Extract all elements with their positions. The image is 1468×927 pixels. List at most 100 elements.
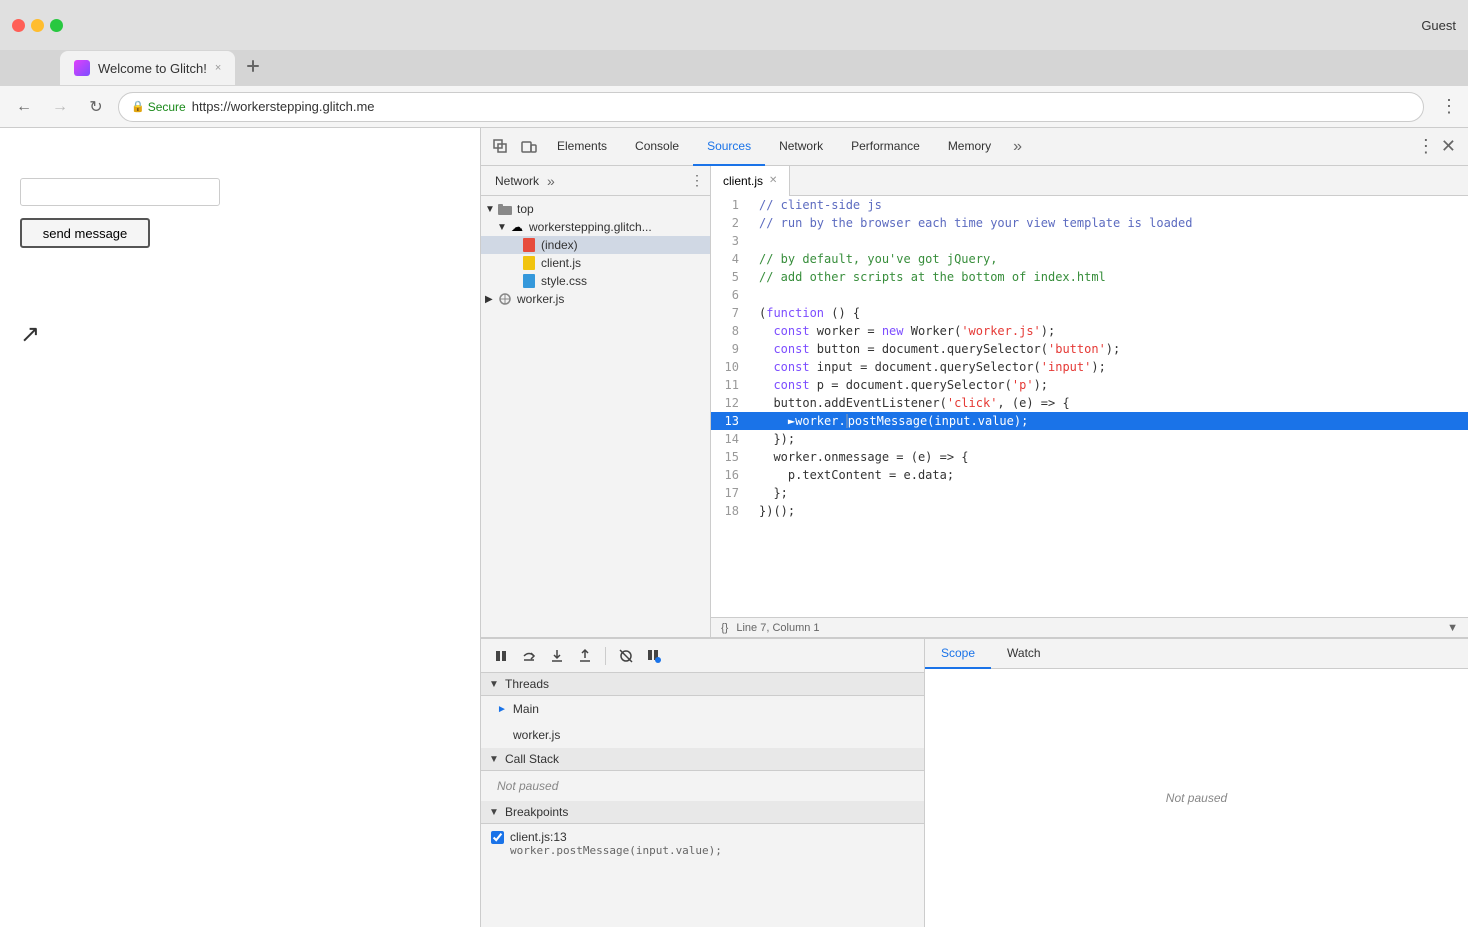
forward-button[interactable]: →: [46, 93, 74, 121]
tab-close-button[interactable]: ×: [215, 62, 221, 74]
threads-arrow: ▼: [489, 679, 501, 690]
lock-icon: 🔒: [131, 100, 145, 113]
callstack-section-header[interactable]: ▼ Call Stack: [481, 748, 924, 771]
code-line-12: 12 button.addEventListener('click', (e) …: [711, 394, 1468, 412]
breakpoints-arrow: ▼: [489, 807, 501, 818]
code-line-13: 13 ►worker.​postMessage(input.value);: [711, 412, 1468, 430]
scope-tab-scope[interactable]: Scope: [925, 639, 991, 669]
tab-title: Welcome to Glitch!: [98, 61, 207, 76]
devtools-menu-button[interactable]: ⋮: [1417, 136, 1435, 157]
scope-tab-watch[interactable]: Watch: [991, 639, 1057, 669]
scope-tabs: Scope Watch: [925, 639, 1468, 669]
tree-item-worker-js[interactable]: ▶ worker.js: [481, 290, 710, 308]
code-line-3: 3: [711, 232, 1468, 250]
code-editor[interactable]: 1 // client-side js 2 // run by the brow…: [711, 196, 1468, 617]
callstack-arrow: ▼: [489, 754, 501, 765]
callstack-label: Call Stack: [505, 752, 559, 766]
thread-label-main: Main: [513, 702, 539, 716]
code-tabs: client.js ✕: [711, 166, 1468, 196]
file-panel-menu-button[interactable]: ⋮: [690, 172, 704, 189]
maximize-traffic-light[interactable]: [50, 19, 63, 32]
code-tab-close-button[interactable]: ✕: [769, 175, 777, 186]
tab-bar: Welcome to Glitch! ×: [0, 50, 1468, 86]
tab-sources[interactable]: Sources: [693, 128, 765, 166]
deactivate-breakpoints-button[interactable]: [614, 644, 638, 668]
step-out-button[interactable]: [573, 644, 597, 668]
tab-performance[interactable]: Performance: [837, 128, 934, 166]
html-file-icon: [521, 238, 537, 252]
tree-label-domain: workerstepping.glitch...: [529, 220, 652, 234]
secure-label: Secure: [148, 100, 186, 114]
status-position: Line 7, Column 1: [736, 622, 819, 634]
minimize-traffic-light[interactable]: [31, 19, 44, 32]
file-panel-network-tab[interactable]: Network: [487, 166, 547, 196]
step-over-button[interactable]: [517, 644, 541, 668]
inspect-element-button[interactable]: [487, 133, 515, 161]
code-tab-client-js[interactable]: client.js ✕: [711, 166, 790, 196]
code-tab-label: client.js: [723, 174, 763, 188]
tree-label-top: top: [517, 202, 534, 216]
threads-section-header[interactable]: ▼ Threads: [481, 673, 924, 696]
bottom-panel: ▼ Threads ► Main worker.js: [481, 637, 1468, 927]
breakpoint-item-1: client.js:13 worker.postMessage(input.va…: [481, 824, 924, 863]
tab-memory[interactable]: Memory: [934, 128, 1005, 166]
breakpoints-label: Breakpoints: [505, 805, 568, 819]
js-file-icon-client: [521, 256, 537, 270]
send-message-button[interactable]: send message: [20, 218, 150, 248]
code-line-8: 8 const worker = new Worker('worker.js')…: [711, 322, 1468, 340]
back-button[interactable]: ←: [10, 93, 38, 121]
code-line-2: 2 // run by the browser each time your v…: [711, 214, 1468, 232]
breakpoint-title: client.js:13: [510, 830, 722, 844]
status-left: {}: [721, 622, 728, 634]
guest-label: Guest: [1421, 18, 1456, 33]
new-tab-button[interactable]: [241, 54, 269, 82]
tree-item-style-css[interactable]: style.css: [481, 272, 710, 290]
tab-elements[interactable]: Elements: [543, 128, 621, 166]
browser-menu-button[interactable]: ⋮: [1440, 96, 1458, 117]
tab-console[interactable]: Console: [621, 128, 693, 166]
tree-item-domain[interactable]: ▼ ☁ workerstepping.glitch...: [481, 218, 710, 236]
device-toolbar-button[interactable]: [515, 133, 543, 161]
reload-button[interactable]: ↻: [82, 93, 110, 121]
devtools-main: Network » ⋮ ▼ top: [481, 166, 1468, 637]
code-line-17: 17 };: [711, 484, 1468, 502]
pause-on-exceptions-button[interactable]: [642, 644, 666, 668]
step-into-button[interactable]: [545, 644, 569, 668]
tree-item-client-js[interactable]: client.js: [481, 254, 710, 272]
page-area: send message ↗ Elements Console Sources …: [0, 128, 1468, 927]
thread-label-worker: worker.js: [513, 728, 560, 742]
file-panel-more-button[interactable]: »: [547, 173, 555, 189]
thread-item-main[interactable]: ► Main: [481, 696, 924, 722]
code-line-18: 18 })();: [711, 502, 1468, 520]
address-bar[interactable]: 🔒 Secure https://workerstepping.glitch.m…: [118, 92, 1424, 122]
code-line-9: 9 const button = document.querySelector(…: [711, 340, 1468, 358]
status-dropdown-button[interactable]: ▼: [1447, 622, 1458, 634]
worker-icon: [497, 292, 513, 306]
file-panel: Network » ⋮ ▼ top: [481, 166, 711, 637]
breakpoints-section-header[interactable]: ▼ Breakpoints: [481, 801, 924, 824]
close-traffic-light[interactable]: [12, 19, 25, 32]
debugger-panel: ▼ Threads ► Main worker.js: [481, 639, 925, 927]
devtools-more-tabs-button[interactable]: »: [1005, 138, 1030, 156]
tree-item-index[interactable]: (index): [481, 236, 710, 254]
code-line-15: 15 worker.onmessage = (e) => {: [711, 448, 1468, 466]
devtools-panel: Elements Console Sources Network Perform…: [480, 128, 1468, 927]
browser-tab[interactable]: Welcome to Glitch! ×: [60, 51, 235, 85]
tree-label-worker-js: worker.js: [517, 292, 564, 306]
breakpoint-checkbox[interactable]: [491, 831, 504, 844]
callstack-not-paused: Not paused: [481, 771, 924, 801]
pause-button[interactable]: [489, 644, 513, 668]
code-line-4: 4 // by default, you've got jQuery,: [711, 250, 1468, 268]
devtools-close-button[interactable]: ✕: [1435, 136, 1462, 157]
code-line-6: 6: [711, 286, 1468, 304]
scope-not-paused: Not paused: [1166, 791, 1227, 805]
tab-network[interactable]: Network: [765, 128, 837, 166]
threads-label: Threads: [505, 677, 549, 691]
message-input[interactable]: [20, 178, 220, 206]
code-line-14: 14 });: [711, 430, 1468, 448]
tree-label-client-js: client.js: [541, 256, 581, 270]
tree-item-top[interactable]: ▼ top: [481, 200, 710, 218]
code-line-1: 1 // client-side js: [711, 196, 1468, 214]
thread-item-worker[interactable]: worker.js: [481, 722, 924, 748]
cursor-position: ↗: [20, 320, 460, 349]
